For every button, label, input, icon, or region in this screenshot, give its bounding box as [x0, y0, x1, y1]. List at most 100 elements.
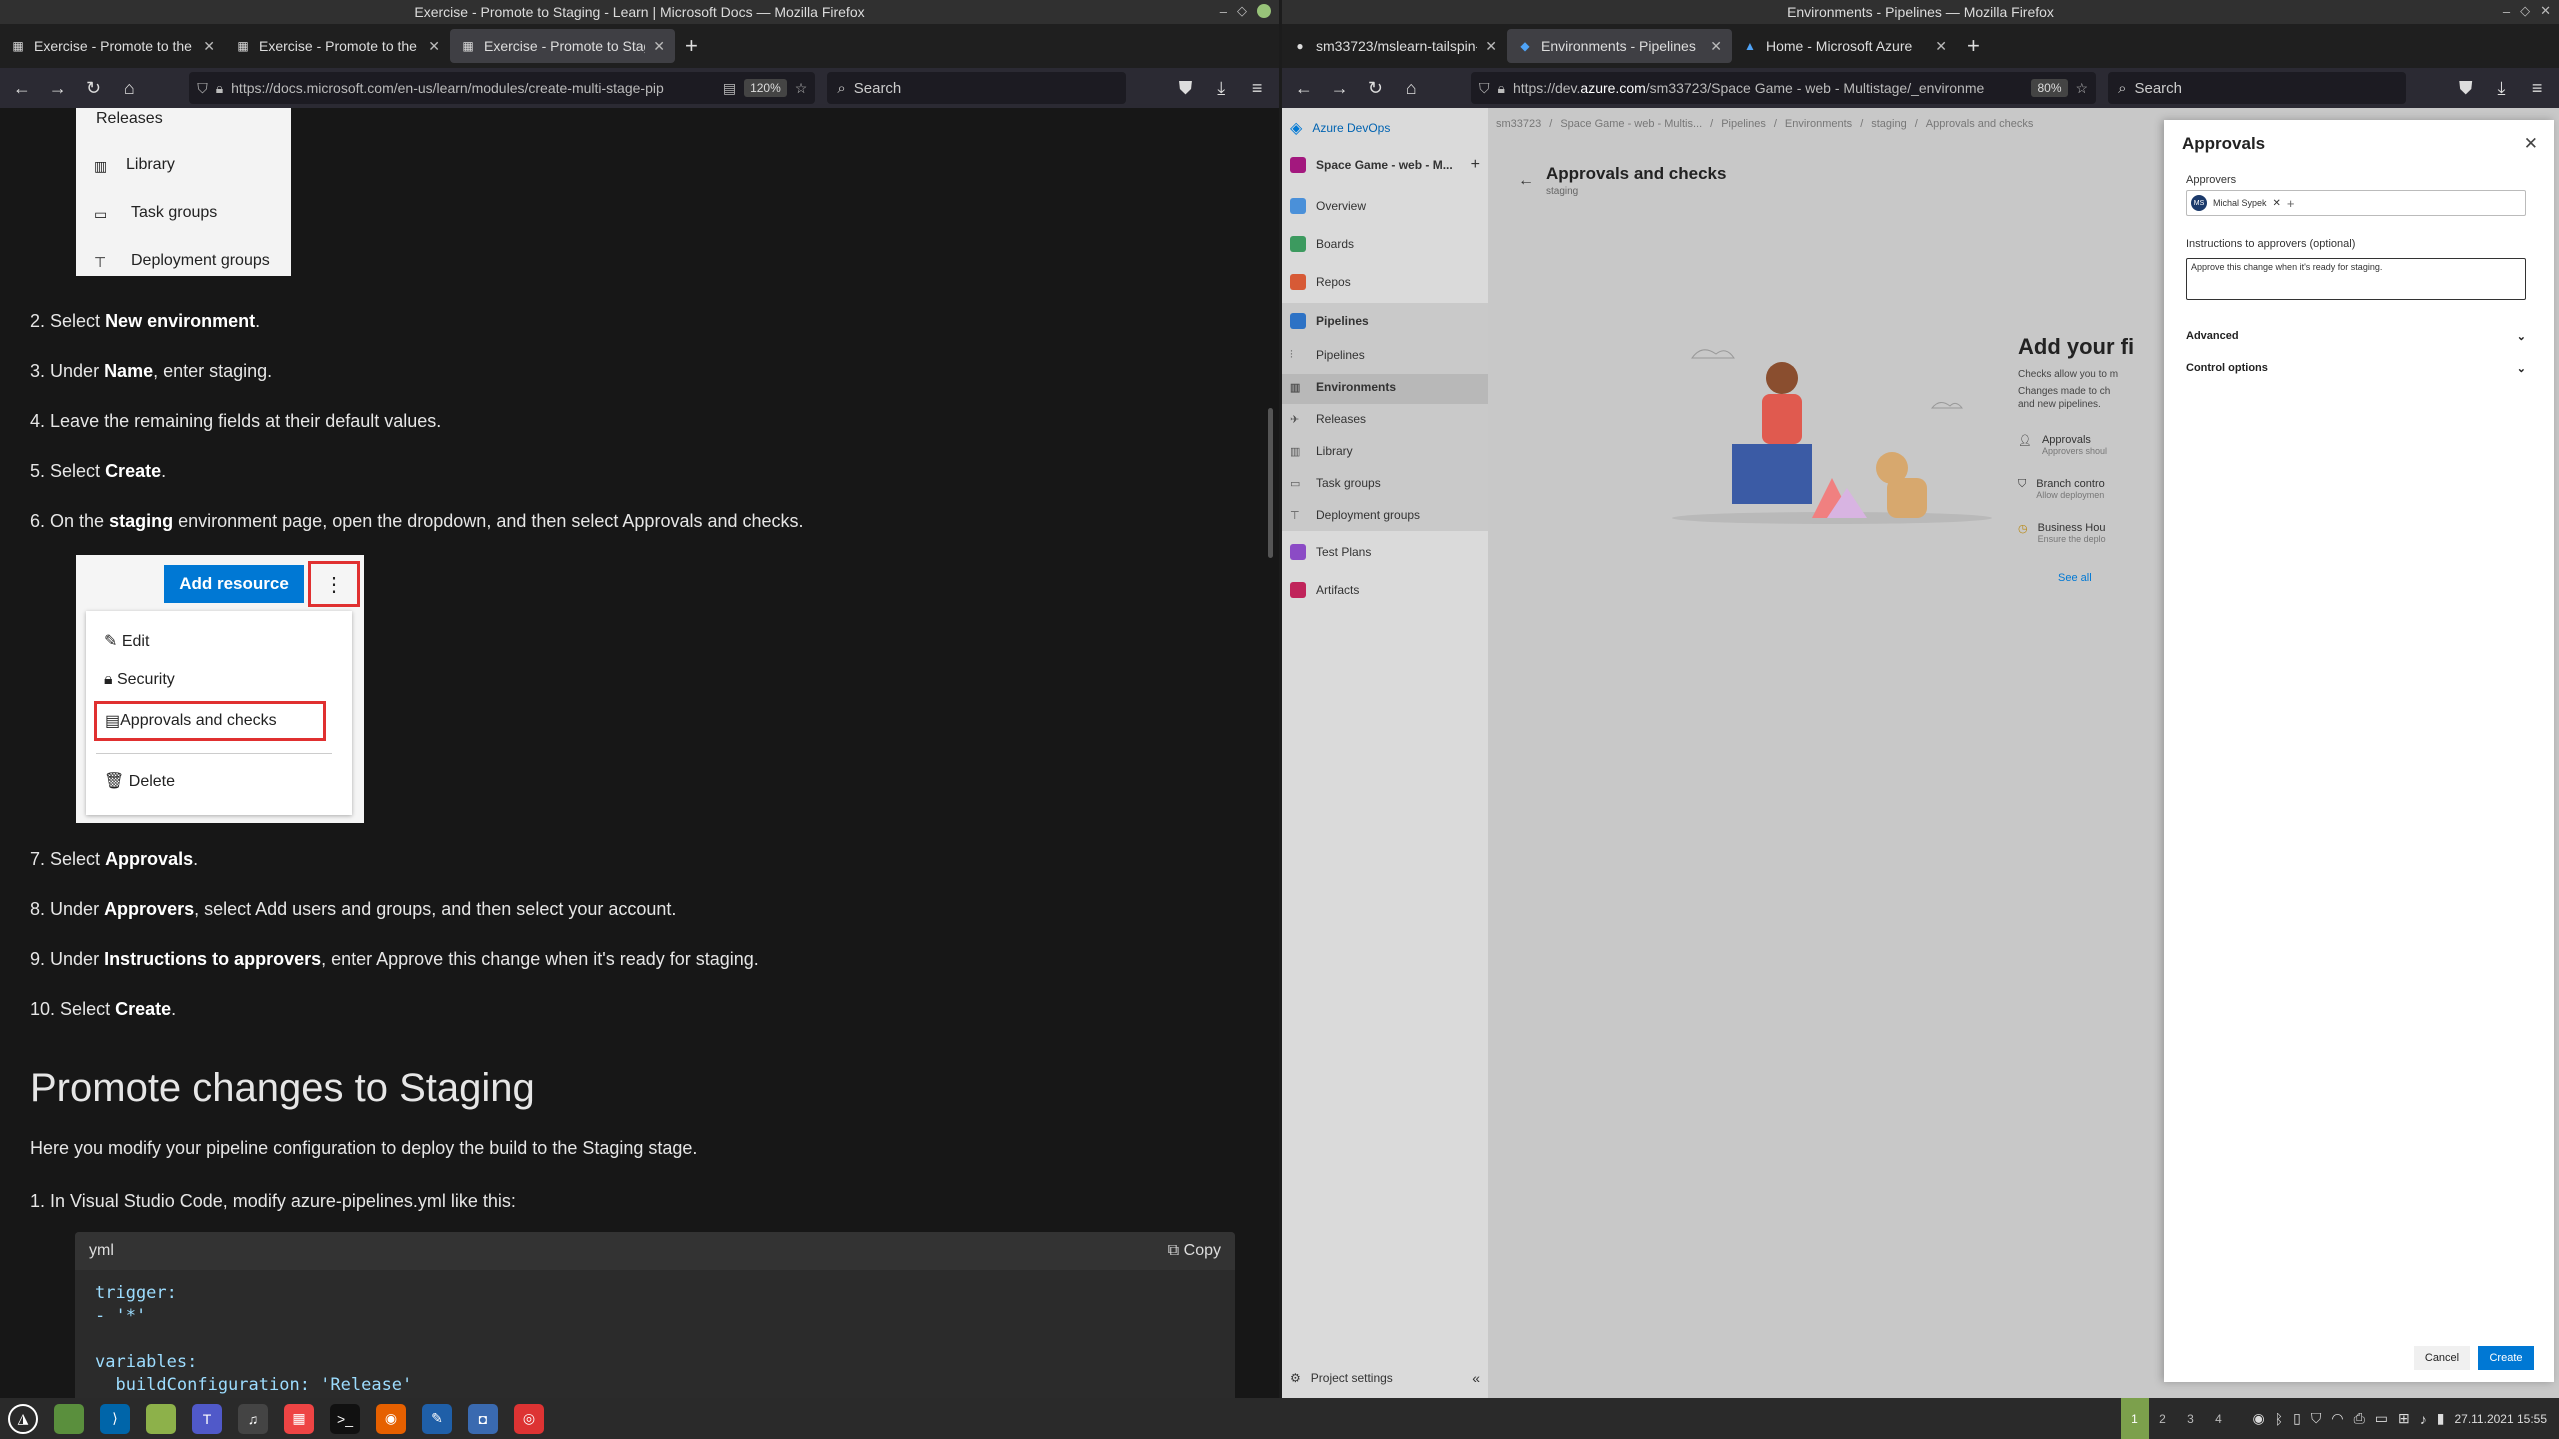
sidebar-item-repos[interactable]: Repos: [1290, 274, 1351, 290]
calendar-icon[interactable]: ▦: [284, 1403, 314, 1434]
editor-icon[interactable]: ✎: [422, 1403, 452, 1434]
check-option-approvals[interactable]: 👤︎ Approvals Approvers shoul: [2018, 434, 2107, 456]
notification-icon[interactable]: ◉: [2253, 1410, 2265, 1427]
home-icon[interactable]: ⌂: [113, 72, 145, 104]
left-url-bar[interactable]: ⛉ 🔒︎ https://docs.microsoft.com/en-us/lea…: [189, 72, 816, 104]
new-tab-button[interactable]: +: [675, 33, 708, 59]
see-all-link[interactable]: See all: [2058, 572, 2092, 584]
add-approver-icon[interactable]: +: [2287, 196, 2295, 211]
maximize-icon[interactable]: ◇: [2520, 3, 2530, 19]
crumb-project[interactable]: Space Game - web - Multis...: [1560, 118, 1702, 130]
clipboard-icon[interactable]: ▯: [2293, 1410, 2301, 1427]
wifi-icon[interactable]: ◠: [2331, 1410, 2343, 1427]
app-icon[interactable]: ◎: [514, 1403, 544, 1434]
close-icon[interactable]: ✕: [2524, 134, 2538, 154]
sidebar-subitem-task-groups[interactable]: ▭ Task groups: [1290, 476, 1381, 490]
sidebar-item-pipelines[interactable]: Pipelines: [1290, 313, 1369, 329]
bookmark-star-icon[interactable]: ☆: [795, 80, 808, 97]
workspace-2[interactable]: 2: [2149, 1412, 2177, 1426]
screenshot-icon[interactable]: ◘: [468, 1403, 498, 1434]
tab-environments[interactable]: ◆ Environments - Pipelines ✕: [1507, 29, 1732, 63]
crumb-approvals[interactable]: Approvals and checks: [1926, 118, 2034, 130]
tab-github[interactable]: ● sm33723/mslearn-tailspin-s ✕: [1282, 29, 1507, 63]
reader-icon[interactable]: ▤: [723, 80, 736, 97]
sidebar-subitem-library[interactable]: ▥ Library: [1290, 444, 1353, 458]
menu-icon[interactable]: ≡: [1241, 72, 1273, 104]
terminal-icon[interactable]: >_: [330, 1403, 360, 1434]
display-icon[interactable]: ▭: [2375, 1410, 2388, 1427]
remove-approver-icon[interactable]: ✕: [2273, 198, 2281, 209]
project-selector[interactable]: Space Game - web - M... +: [1290, 156, 1480, 174]
close-tab-icon[interactable]: ✕: [428, 38, 440, 55]
vscode-icon[interactable]: ⟩: [100, 1403, 130, 1434]
close-tab-icon[interactable]: ✕: [1485, 38, 1497, 55]
forward-icon[interactable]: →: [1324, 72, 1356, 104]
minimize-icon[interactable]: –: [2503, 4, 2510, 19]
left-zoom[interactable]: 120%: [744, 79, 787, 97]
project-settings[interactable]: ⚙ Project settings «: [1290, 1370, 1480, 1386]
right-url-bar[interactable]: ⛉ 🔒︎ https://dev.azure.com/sm33723/Space …: [1471, 72, 2097, 104]
workspace-3[interactable]: 3: [2177, 1412, 2205, 1426]
sidebar-subitem-deployment-groups[interactable]: ⊤ Deployment groups: [1290, 508, 1420, 522]
close-tab-icon[interactable]: ✕: [203, 38, 215, 55]
right-search[interactable]: ⌕ Search: [2108, 72, 2406, 104]
close-tab-icon[interactable]: ✕: [1710, 38, 1722, 55]
download-icon[interactable]: ⤓: [2486, 72, 2518, 104]
copy-button[interactable]: ⧉ Copy: [1168, 1242, 1221, 1260]
control-options-section[interactable]: Control options ⌄: [2186, 362, 2526, 375]
tab-docs-2[interactable]: ▦ Exercise - Promote to the D ✕: [225, 29, 450, 63]
close-window-icon[interactable]: ✕: [2540, 3, 2551, 19]
bookmark-star-icon[interactable]: ☆: [2076, 80, 2089, 97]
bluetooth-icon[interactable]: ᛒ: [2275, 1411, 2283, 1427]
teams-icon[interactable]: T: [192, 1403, 222, 1434]
close-tab-icon[interactable]: ✕: [1935, 38, 1947, 55]
close-tab-icon[interactable]: ✕: [653, 38, 665, 55]
back-icon[interactable]: ←: [1288, 72, 1320, 104]
firefox-icon[interactable]: ◉: [376, 1403, 406, 1434]
sidebar-subitem-releases[interactable]: ✈ Releases: [1290, 412, 1366, 426]
pocket-icon[interactable]: ⛊: [2450, 72, 2482, 104]
pocket-icon[interactable]: ⛊: [1170, 72, 1202, 104]
network-icon[interactable]: ⊞: [2398, 1410, 2410, 1427]
create-button[interactable]: Create: [2478, 1346, 2534, 1370]
docs-scrollbar[interactable]: [1268, 408, 1273, 558]
tab-azure[interactable]: ▲ Home - Microsoft Azure ✕: [1732, 29, 1957, 63]
back-arrow-icon[interactable]: ←: [1518, 172, 1534, 190]
sidebar-item-artifacts[interactable]: Artifacts: [1290, 582, 1359, 598]
new-tab-button[interactable]: +: [1957, 33, 1990, 59]
home-icon[interactable]: ⌂: [1395, 72, 1427, 104]
back-icon[interactable]: ←: [6, 72, 38, 104]
right-zoom[interactable]: 80%: [2031, 79, 2068, 97]
collapse-icon[interactable]: «: [1472, 1370, 1480, 1386]
battery-icon[interactable]: ▮: [2437, 1410, 2445, 1427]
start-menu-icon[interactable]: ◮: [8, 1403, 38, 1434]
approvers-input[interactable]: MS Michal Sypek ✕ +: [2186, 190, 2526, 216]
azure-devops-brand[interactable]: ◈ Azure DevOps: [1290, 118, 1390, 138]
music-icon[interactable]: ♫: [238, 1403, 268, 1434]
check-option-business-hours[interactable]: ◷ Business Hou Ensure the deplo: [2018, 522, 2106, 544]
sidebar-item-overview[interactable]: Overview: [1290, 198, 1366, 214]
right-url-text[interactable]: https://dev.azure.com/sm33723/Space Game…: [1513, 80, 2024, 96]
crumb-org[interactable]: sm33723: [1496, 118, 1541, 130]
workspace-4[interactable]: 4: [2205, 1412, 2233, 1426]
printer-icon[interactable]: ⎙: [2354, 1410, 2365, 1427]
tab-docs-1[interactable]: ▦ Exercise - Promote to the D ✕: [0, 29, 225, 63]
crumb-pipelines[interactable]: Pipelines: [1721, 118, 1766, 130]
sidebar-subitem-pipelines[interactable]: ⫶ Pipelines: [1290, 348, 1365, 362]
clock[interactable]: 27.11.2021 15:55: [2454, 1412, 2547, 1426]
check-option-branch-control[interactable]: ⛉ Branch contro Allow deploymen: [2018, 478, 2105, 500]
volume-icon[interactable]: ♪: [2420, 1411, 2427, 1427]
advanced-section[interactable]: Advanced ⌄: [2186, 330, 2526, 343]
reload-icon[interactable]: ↻: [78, 72, 110, 104]
menu-icon[interactable]: ≡: [2521, 72, 2553, 104]
minimize-icon[interactable]: –: [1220, 4, 1227, 19]
instructions-textarea[interactable]: Approve this change when it's ready for …: [2186, 258, 2526, 300]
desktop-icon[interactable]: [54, 1403, 84, 1434]
sidebar-subitem-environments[interactable]: ▥ Environments: [1290, 380, 1396, 394]
left-search[interactable]: ⌕ Search: [827, 72, 1126, 104]
tab-docs-3[interactable]: ▦ Exercise - Promote to Stagi ✕: [450, 29, 675, 63]
forward-icon[interactable]: →: [42, 72, 74, 104]
add-icon[interactable]: +: [1471, 156, 1480, 174]
sidebar-item-test-plans[interactable]: Test Plans: [1290, 544, 1371, 560]
crumb-staging[interactable]: staging: [1871, 118, 1906, 130]
